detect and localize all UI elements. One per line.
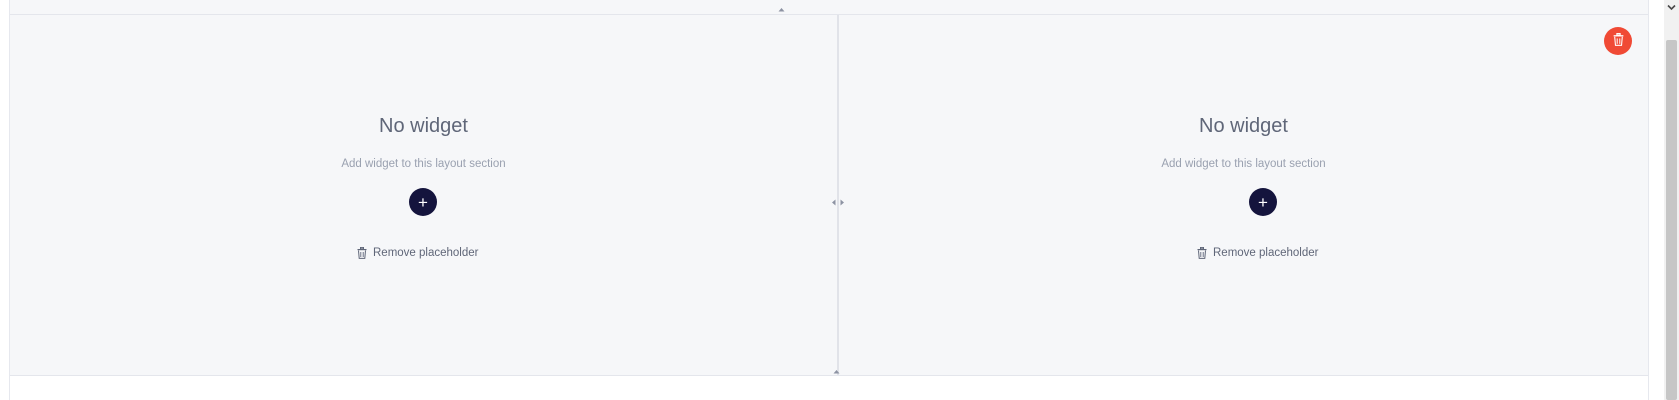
chevron-down-icon (1667, 4, 1676, 10)
layout-section-2: No widget Add widget to this layout sect… (839, 15, 1648, 375)
remove-placeholder-link[interactable]: Remove placeholder (1197, 247, 1318, 259)
trash-icon (357, 247, 367, 259)
remove-placeholder-link[interactable]: Remove placeholder (357, 247, 478, 259)
canvas-below-row (10, 376, 1648, 400)
empty-state-subtitle: Add widget to this layout section (1161, 158, 1326, 170)
add-widget-button[interactable]: + (409, 188, 437, 216)
empty-state-subtitle: Add widget to this layout section (341, 158, 506, 170)
previous-row-edge (10, 0, 1648, 15)
right-gutter (1648, 0, 1664, 400)
empty-state-title: No widget (1199, 115, 1288, 137)
page-builder-canvas: No widget Add widget to this layout sect… (0, 0, 1679, 400)
vertical-scrollbar[interactable] (1664, 0, 1679, 400)
plus-icon: + (1258, 192, 1268, 212)
trash-icon (1197, 247, 1207, 259)
left-gutter (0, 0, 10, 400)
plus-icon: + (418, 192, 428, 212)
layout-section-1: No widget Add widget to this layout sect… (10, 15, 837, 375)
empty-state-title: No widget (379, 115, 468, 137)
remove-placeholder-label: Remove placeholder (373, 247, 479, 259)
scrollbar-thumb[interactable] (1666, 40, 1677, 400)
scroll-down-button[interactable] (1664, 0, 1679, 14)
layout-row: No widget Add widget to this layout sect… (10, 15, 1648, 376)
delete-row-button[interactable] (1604, 27, 1632, 55)
remove-placeholder-label: Remove placeholder (1213, 247, 1319, 259)
trash-icon (1613, 32, 1624, 49)
add-widget-button[interactable]: + (1249, 188, 1277, 216)
